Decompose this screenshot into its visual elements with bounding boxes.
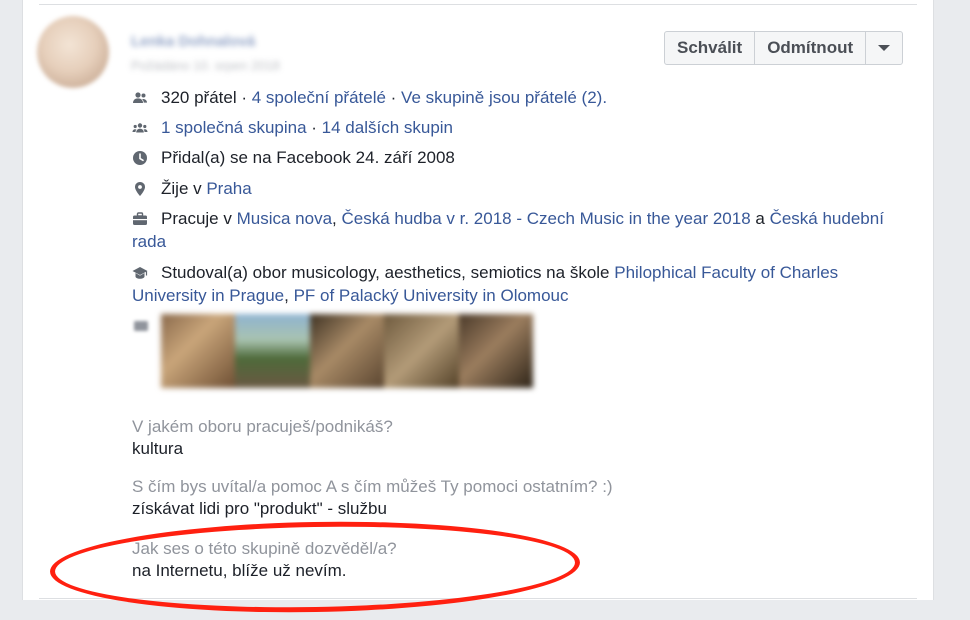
- question-block: S čím bys uvítal/a pomoc A s čím můžeš T…: [132, 476, 613, 520]
- decline-button[interactable]: Odmítnout: [754, 32, 865, 64]
- avatar[interactable]: [37, 16, 109, 88]
- mutual-group-link[interactable]: 1 společná skupina: [161, 118, 307, 137]
- mutual-friends-link[interactable]: 4 společní přátelé: [252, 88, 386, 107]
- more-options-button[interactable]: [865, 32, 902, 64]
- works-at-label: Pracuje v: [161, 209, 237, 228]
- separator: ·: [306, 118, 322, 137]
- question-label: S čím bys uvítal/a pomoc A s čím můžeš T…: [132, 477, 613, 496]
- request-actions: Schválit Odmítnout: [664, 31, 904, 65]
- clock-icon: [133, 151, 147, 165]
- separator: ·: [236, 88, 252, 107]
- friends-row: 320 přátel · 4 společní přátelé · Ve sku…: [132, 86, 912, 109]
- groups-icon: [132, 123, 148, 133]
- photo-thumbnail[interactable]: [458, 314, 534, 388]
- photo-thumbnail[interactable]: [384, 314, 459, 388]
- other-groups-link[interactable]: 14 dalších skupin: [322, 118, 453, 137]
- friends-icon: [133, 92, 147, 103]
- employer-link-1[interactable]: Musica nova: [237, 209, 332, 228]
- graduation-cap-icon: [132, 267, 148, 279]
- lives-in-row: Žije v Praha: [132, 177, 912, 200]
- separator: ,: [284, 286, 294, 305]
- education-label: Studoval(a) obor musicology, aesthetics,…: [161, 263, 615, 282]
- divider: [39, 4, 917, 5]
- request-date: Požádáno 10. srpen 2018: [131, 58, 280, 73]
- school-link-2[interactable]: PF of Palacký University in Olomouc: [294, 286, 569, 305]
- friends-in-group-link[interactable]: Ve skupině jsou přátelé (2).: [401, 88, 607, 107]
- photo-strip: [161, 314, 534, 388]
- employer-link-2[interactable]: Česká hudba v r. 2018 - Czech Music in t…: [341, 209, 750, 228]
- photo-thumbnail[interactable]: [161, 314, 236, 388]
- member-name[interactable]: Lenka Dohnalová: [131, 33, 255, 50]
- location-pin-icon: [135, 182, 145, 196]
- chevron-down-icon: [878, 45, 891, 51]
- approve-button[interactable]: Schválit: [665, 32, 754, 64]
- question-block: V jakém oboru pracuješ/podnikáš? kultura: [132, 416, 393, 460]
- works-at-row: Pracuje v Musica nova, Česká hudba v r. …: [132, 207, 912, 253]
- facebook-joined-text: Přidal(a) se na Facebook 24. září 2008: [161, 148, 455, 167]
- facebook-joined-row: Přidal(a) se na Facebook 24. září 2008: [132, 146, 912, 169]
- lives-in-link[interactable]: Praha: [206, 179, 251, 198]
- separator: a: [750, 209, 770, 228]
- question-label: V jakém oboru pracuješ/podnikáš?: [132, 417, 393, 436]
- education-row: Studoval(a) obor musicology, aesthetics,…: [132, 261, 912, 307]
- separator: ·: [385, 88, 402, 107]
- photo-thumbnail[interactable]: [309, 314, 385, 388]
- question-answer: kultura: [132, 439, 184, 458]
- member-request-card: Lenka Dohnalová Požádáno 10. srpen 2018 …: [22, 0, 934, 600]
- question-answer: získávat lidi pro "produkt" - službu: [132, 499, 387, 518]
- groups-row: 1 společná skupina · 14 dalších skupin: [132, 116, 912, 139]
- photos-icon: [134, 321, 148, 331]
- lives-in-label: Žije v: [161, 179, 207, 198]
- friends-count: 320 přátel: [161, 88, 237, 107]
- photo-thumbnail[interactable]: [235, 314, 310, 388]
- briefcase-icon: [133, 212, 147, 225]
